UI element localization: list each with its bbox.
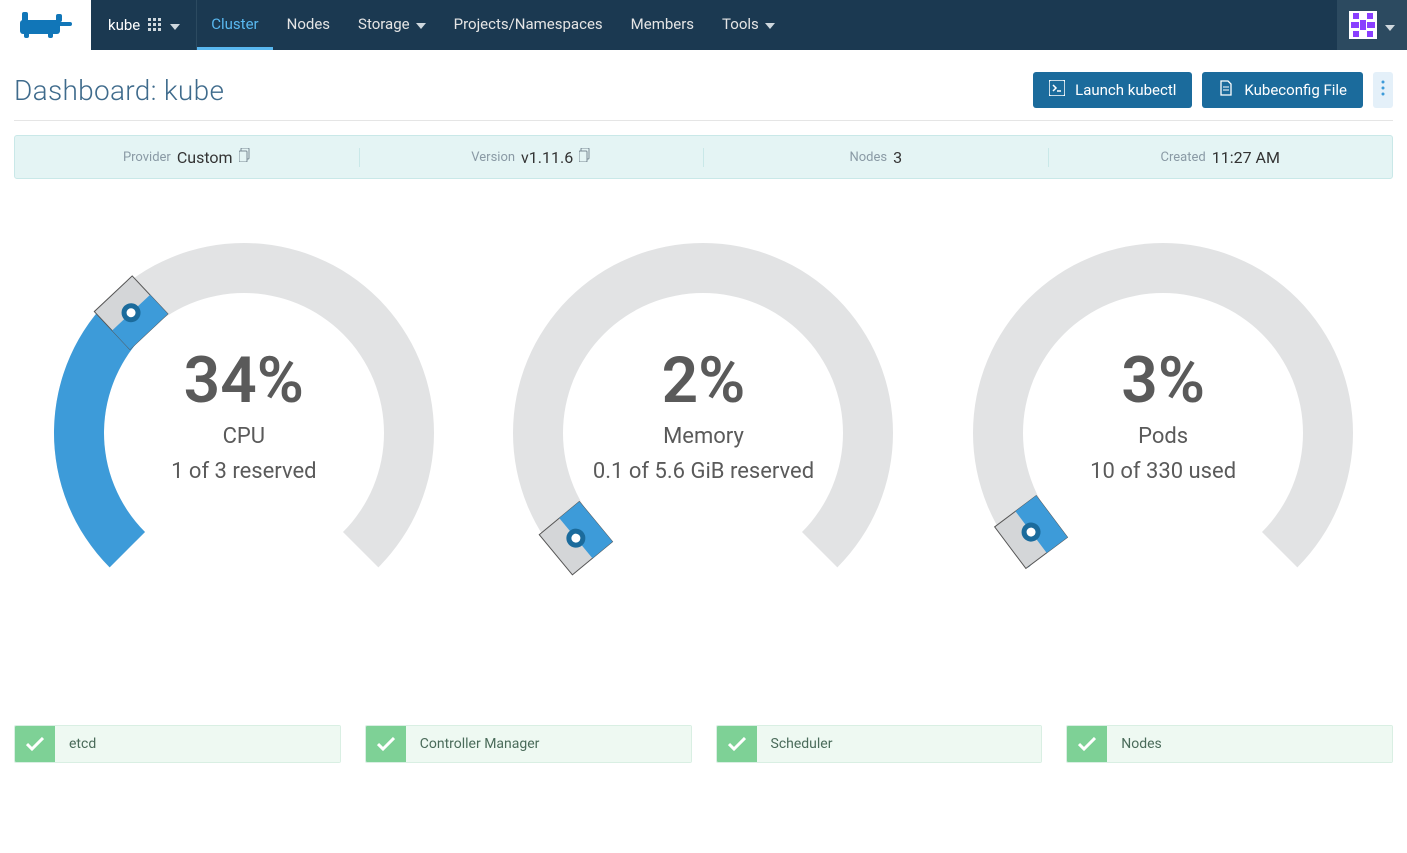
summary-label: Provider bbox=[123, 150, 171, 165]
rancher-logo[interactable] bbox=[0, 0, 92, 50]
status-label: Scheduler bbox=[757, 726, 1042, 762]
gauge-memory: 2% Memory 0.1 of 5.6 GiB reserved bbox=[478, 223, 928, 484]
button-label: Launch kubectl bbox=[1075, 81, 1176, 99]
tab-cluster[interactable]: Cluster bbox=[197, 0, 272, 50]
summary-created: Created 11:27 AM bbox=[1049, 148, 1393, 167]
cow-logo-icon bbox=[18, 10, 74, 40]
summary-value: v1.11.6 bbox=[521, 148, 573, 167]
user-menu[interactable] bbox=[1337, 0, 1407, 50]
nav-tabs: Cluster Nodes Storage Projects/Namespace… bbox=[197, 0, 789, 50]
summary-provider: Provider Custom bbox=[15, 148, 360, 167]
status-label: etcd bbox=[55, 726, 340, 762]
gauge-row: 34% CPU 1 of 3 reserved 2% Memory 0.1 of… bbox=[0, 193, 1407, 544]
chevron-down-icon bbox=[416, 15, 426, 33]
cluster-summary: Provider Custom Version v1.11.6 Nodes 3 … bbox=[14, 135, 1393, 179]
status-nodes[interactable]: Nodes bbox=[1066, 725, 1393, 763]
status-label: Controller Manager bbox=[406, 726, 691, 762]
gauge-pods: 3% Pods 10 of 330 used bbox=[938, 223, 1388, 484]
status-controller-manager[interactable]: Controller Manager bbox=[365, 725, 692, 763]
check-icon bbox=[15, 726, 55, 762]
check-icon bbox=[1067, 726, 1107, 762]
tab-storage[interactable]: Storage bbox=[344, 0, 440, 50]
header-actions: Launch kubectl Kubeconfig File bbox=[1033, 72, 1393, 108]
page-header: Dashboard: kube Launch kubectl Kubeconfi… bbox=[0, 50, 1407, 120]
check-icon bbox=[717, 726, 757, 762]
gauge-cpu: 34% CPU 1 of 3 reserved bbox=[19, 223, 469, 484]
status-scheduler[interactable]: Scheduler bbox=[716, 725, 1043, 763]
summary-label: Nodes bbox=[849, 150, 887, 165]
status-etcd[interactable]: etcd bbox=[14, 725, 341, 763]
top-navigation: kube Cluster Nodes Storage Projects/Name… bbox=[0, 0, 1407, 50]
avatar bbox=[1349, 11, 1377, 39]
tab-nodes[interactable]: Nodes bbox=[273, 0, 344, 50]
chevron-down-icon bbox=[765, 15, 775, 33]
copy-icon[interactable] bbox=[239, 148, 251, 166]
gauge-percent: 2% bbox=[662, 343, 746, 418]
tab-label: Storage bbox=[358, 15, 410, 33]
cluster-grid-icon bbox=[148, 18, 162, 32]
divider bbox=[14, 120, 1393, 121]
status-label: Nodes bbox=[1107, 726, 1392, 762]
tab-label: Members bbox=[631, 15, 694, 33]
tab-label: Tools bbox=[722, 15, 759, 33]
gauge-title: Pods bbox=[1138, 424, 1188, 449]
summary-value: 3 bbox=[893, 148, 902, 167]
check-icon bbox=[366, 726, 406, 762]
tab-projects-namespaces[interactable]: Projects/Namespaces bbox=[440, 0, 617, 50]
cluster-selector[interactable]: kube bbox=[92, 0, 197, 50]
launch-kubectl-button[interactable]: Launch kubectl bbox=[1033, 72, 1192, 108]
chevron-down-icon bbox=[170, 16, 180, 34]
terminal-icon bbox=[1049, 80, 1065, 100]
summary-nodes: Nodes 3 bbox=[704, 148, 1049, 167]
chevron-down-icon bbox=[1385, 16, 1395, 35]
tab-label: Projects/Namespaces bbox=[454, 15, 603, 33]
gauge-title: Memory bbox=[663, 424, 744, 449]
gauge-percent: 3% bbox=[1121, 343, 1205, 418]
tab-tools[interactable]: Tools bbox=[708, 0, 789, 50]
more-actions-button[interactable] bbox=[1373, 72, 1393, 108]
gauge-subtitle: 1 of 3 reserved bbox=[171, 459, 316, 484]
tab-label: Cluster bbox=[211, 15, 258, 33]
gauge-subtitle: 0.1 of 5.6 GiB reserved bbox=[593, 459, 814, 484]
cluster-name: kube bbox=[108, 16, 140, 34]
copy-icon[interactable] bbox=[579, 148, 591, 166]
button-label: Kubeconfig File bbox=[1244, 81, 1347, 99]
file-icon bbox=[1218, 80, 1234, 100]
kubeconfig-file-button[interactable]: Kubeconfig File bbox=[1202, 72, 1363, 108]
summary-value: Custom bbox=[177, 148, 233, 167]
tab-members[interactable]: Members bbox=[617, 0, 708, 50]
component-status-row: etcd Controller Manager Scheduler Nodes bbox=[0, 725, 1407, 763]
summary-label: Created bbox=[1161, 150, 1206, 165]
tab-label: Nodes bbox=[287, 15, 330, 33]
kebab-menu-icon bbox=[1381, 80, 1385, 100]
gauge-percent: 34% bbox=[184, 343, 304, 418]
summary-version: Version v1.11.6 bbox=[360, 148, 705, 167]
page-title: Dashboard: kube bbox=[14, 74, 224, 107]
summary-label: Version bbox=[471, 150, 515, 165]
gauge-title: CPU bbox=[223, 424, 265, 449]
gauge-subtitle: 10 of 330 used bbox=[1090, 459, 1236, 484]
summary-value: 11:27 AM bbox=[1212, 148, 1280, 167]
